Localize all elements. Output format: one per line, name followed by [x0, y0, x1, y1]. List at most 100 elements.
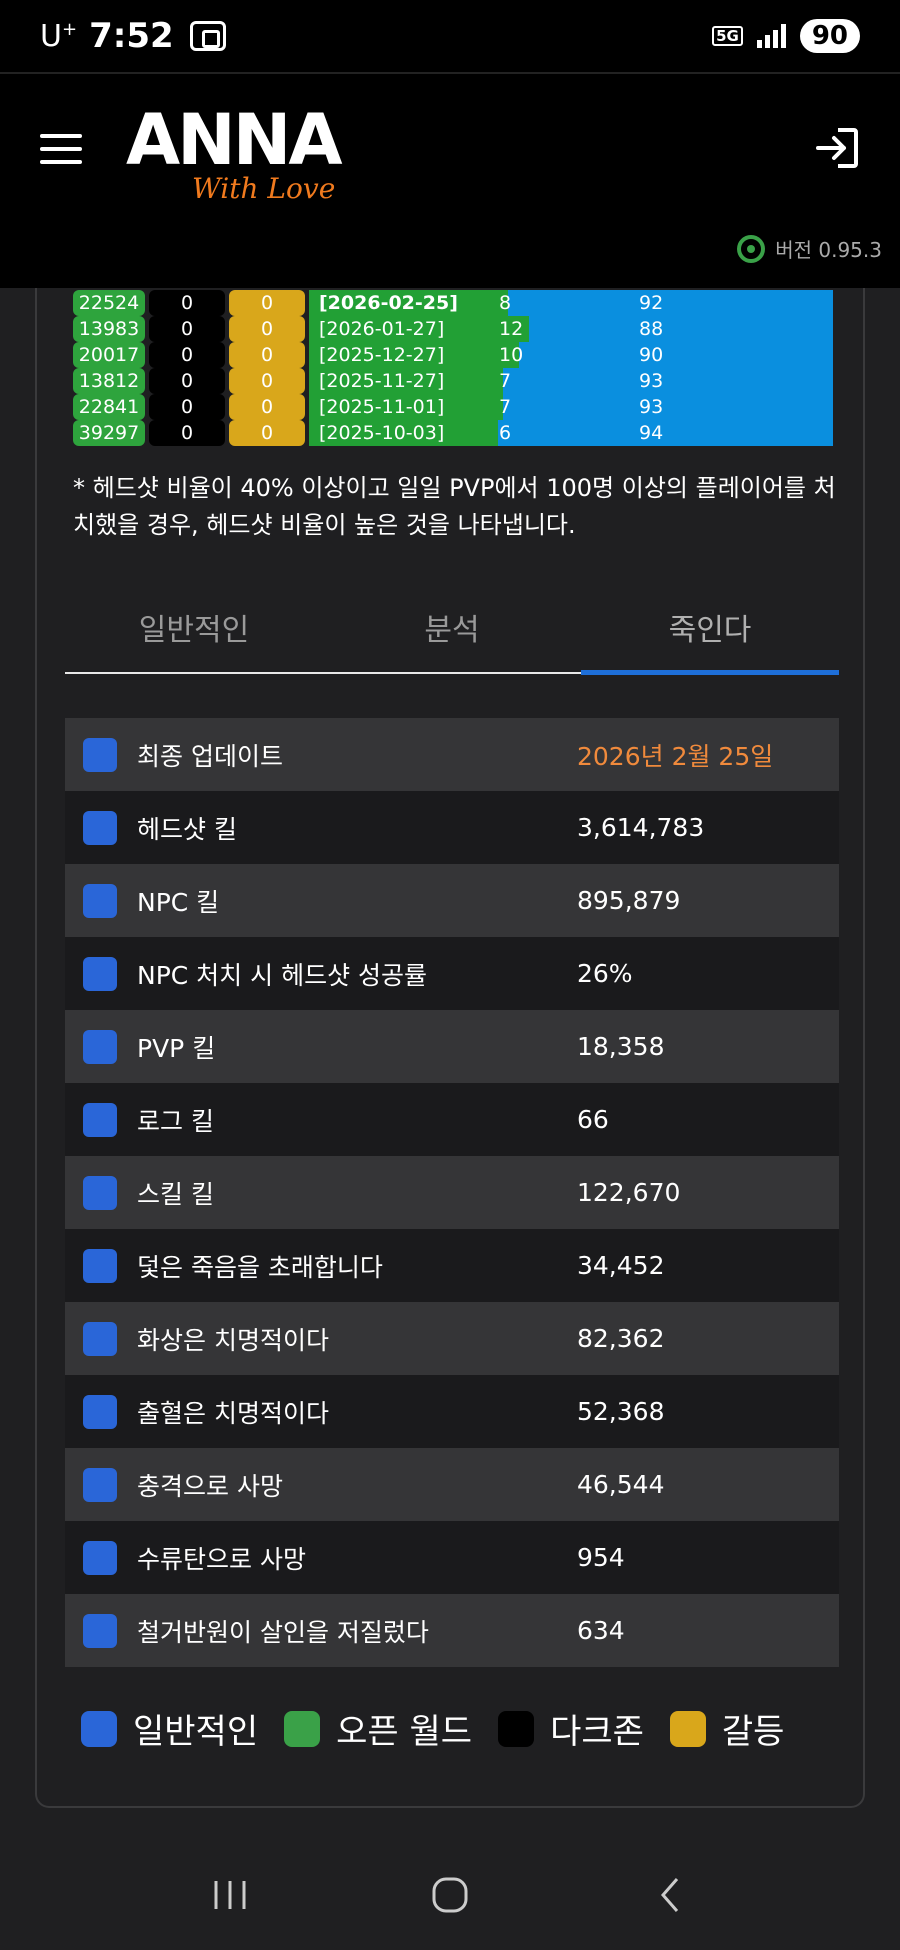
category-chip	[83, 1248, 117, 1283]
home-icon[interactable]	[420, 1865, 480, 1925]
history-count: 22841	[73, 394, 145, 420]
category-chip	[83, 1394, 117, 1429]
stat-value: 2026년 2월 25일	[577, 741, 774, 771]
category-chip	[83, 1321, 117, 1356]
category-chip	[83, 1029, 117, 1064]
logo[interactable]: ANNA With Love	[126, 99, 343, 205]
history-conflict: 0	[229, 394, 305, 420]
history-count: 13983	[73, 316, 145, 342]
history-count: 39297	[73, 420, 145, 446]
kills-stats-list: 최종 업데이트 2026년 2월 25일헤드샷 킬 3,614,783 NPC 킬 89…	[65, 718, 839, 1667]
stat-label: 충격으로 사망	[137, 1471, 283, 1501]
recent-apps-icon[interactable]	[200, 1865, 260, 1925]
back-icon[interactable]	[640, 1865, 700, 1925]
tab-analysis[interactable]: 분석	[323, 588, 581, 672]
history-normal-value: 92	[639, 292, 664, 314]
stat-value: 82,362	[577, 1324, 665, 1353]
history-openworld-value: 6	[499, 422, 512, 444]
version-badge: 버전 0.95.3	[737, 234, 882, 263]
login-arrow-icon[interactable]	[814, 126, 860, 170]
legend-item: 다크존	[498, 1704, 644, 1753]
stat-label: 화상은 치명적이다	[137, 1325, 329, 1355]
history-bar: [2025-10-03] 6 94	[309, 420, 833, 446]
category-chip	[83, 1467, 117, 1502]
stat-row: 헤드샷 킬 3,614,783	[65, 791, 839, 864]
stat-value: 66	[577, 1105, 609, 1134]
history-date: [2026-01-27]	[319, 318, 445, 340]
tab-kills[interactable]: 죽인다	[581, 588, 839, 675]
stat-row: 최종 업데이트 2026년 2월 25일	[65, 718, 839, 791]
history-row: 22524 0 0 [2026-02-25] 8 92	[73, 290, 833, 316]
stat-row: NPC 킬 895,879	[65, 864, 839, 937]
legend-swatch	[669, 1710, 706, 1747]
stat-value: 18,358	[577, 1032, 665, 1061]
legend-item: 오픈 월드	[284, 1704, 472, 1753]
history-row: 20017 0 0 [2025-12-27] 10 90	[73, 342, 833, 368]
history-bar: [2026-02-25] 8 92	[309, 290, 833, 316]
stat-label: 최종 업데이트	[137, 741, 283, 771]
system-nav-bar	[0, 1840, 900, 1950]
stat-label: PVP 킬	[137, 1033, 216, 1063]
legend-swatch	[284, 1710, 321, 1747]
history-openworld-value: 8	[499, 292, 512, 314]
history-darkzone: 0	[149, 290, 225, 316]
tab-general[interactable]: 일반적인	[65, 588, 323, 672]
stat-label: NPC 처치 시 헤드샷 성공률	[137, 960, 428, 990]
app-header: ANNA With Love 버전 0.95.3	[0, 72, 900, 288]
hamburger-menu-icon[interactable]	[40, 134, 82, 164]
legend-item: 일반적인	[81, 1704, 258, 1753]
legend-label: 갈등	[721, 1712, 785, 1752]
history-bar: [2025-12-27] 10 90	[309, 342, 833, 368]
history-date: [2025-11-27]	[319, 370, 445, 392]
carrier-label: U+	[40, 18, 78, 54]
stat-value: 634	[577, 1616, 625, 1645]
stat-row: 로그 킬 66	[65, 1083, 839, 1156]
clock: 7:52	[89, 16, 174, 56]
stat-value: 46,544	[577, 1470, 665, 1499]
logo-title: ANNA	[126, 99, 343, 181]
version-label: 버전 0.95.3	[775, 238, 882, 262]
category-chip	[83, 956, 117, 991]
history-date: [2025-11-01]	[319, 396, 445, 418]
stat-label: 로그 킬	[137, 1106, 214, 1136]
legend-label: 다크존	[550, 1712, 644, 1752]
history-conflict: 0	[229, 342, 305, 368]
stat-row: 충격으로 사망 46,544	[65, 1448, 839, 1521]
history-count: 20017	[73, 342, 145, 368]
legend-label: 일반적인	[133, 1712, 259, 1752]
legend-swatch	[81, 1710, 117, 1747]
legend: 일반적인 오픈 월드 다크존 갈등	[81, 1704, 784, 1753]
stat-row: 철거반원이 살인을 저질렀다 634	[65, 1594, 839, 1667]
legend-swatch	[498, 1710, 535, 1747]
headshot-note: * 헤드샷 비율이 40% 이상이고 일일 PVP에서 100명 이상의 플레이…	[73, 474, 836, 539]
stat-label: 덫은 죽음을 초래합니다	[137, 1252, 383, 1282]
stat-row: 화상은 치명적이다 82,362	[65, 1302, 839, 1375]
stat-value: 954	[577, 1543, 625, 1572]
history-bar: [2025-11-01] 7 93	[309, 394, 833, 420]
category-chip	[83, 1613, 117, 1648]
category-chip	[83, 1175, 117, 1210]
history-conflict: 0	[229, 368, 305, 394]
history-bar: [2026-01-27] 12 88	[309, 316, 833, 342]
category-chip	[83, 1102, 117, 1137]
history-bar: [2025-11-27] 7 93	[309, 368, 833, 394]
screen-record-icon	[189, 21, 226, 51]
history-conflict: 0	[229, 316, 305, 342]
history-conflict: 0	[229, 420, 305, 446]
history-darkzone: 0	[149, 368, 225, 394]
history-row: 13812 0 0 [2025-11-27] 7 93	[73, 368, 833, 394]
category-chip	[83, 1540, 117, 1575]
history-date: [2025-10-03]	[319, 422, 445, 444]
legend-item: 갈등	[669, 1704, 785, 1753]
stat-label: 철거반원이 살인을 저질렀다	[137, 1617, 429, 1647]
history-openworld-value: 7	[499, 396, 512, 418]
history-openworld-value: 10	[499, 344, 524, 366]
history-normal-value: 93	[639, 370, 664, 392]
battery-indicator: 90	[799, 19, 860, 53]
signal-icon	[756, 24, 786, 48]
logo-subtitle: With Love	[192, 172, 336, 205]
network-type: 5G	[712, 26, 743, 46]
history-row: 22841 0 0 [2025-11-01] 7 93	[73, 394, 833, 420]
stat-row: PVP 킬 18,358	[65, 1010, 839, 1083]
stat-label: 스킬 킬	[137, 1179, 214, 1209]
